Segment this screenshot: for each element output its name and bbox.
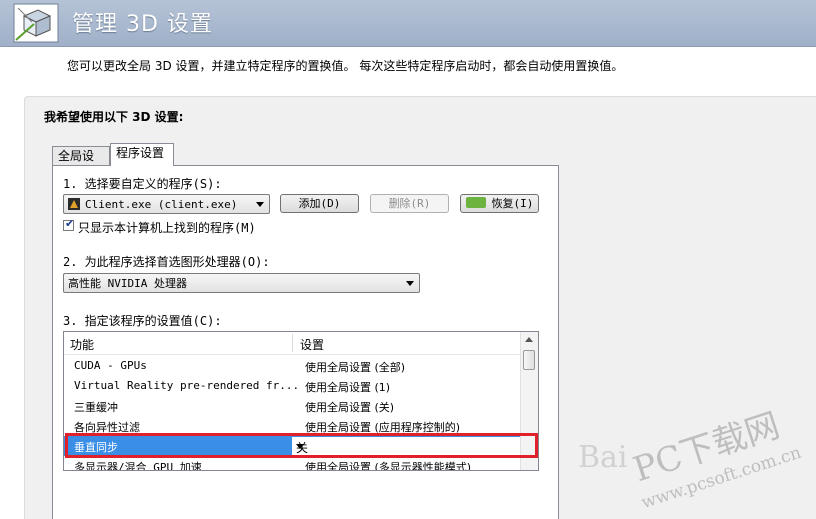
highlight-annotation-box <box>65 433 538 458</box>
chevron-down-icon <box>406 281 414 286</box>
show-local-programs-label: 只显示本计算机上找到的程序(M) <box>78 221 256 235</box>
program-select-value: Client.exe (client.exe) <box>85 198 238 211</box>
scrollbar-thumb[interactable] <box>523 350 535 370</box>
step2-label: 2. 为此程序选择首选图形处理器(O): <box>63 255 270 269</box>
step1-label: 1. 选择要自定义的程序(S): <box>63 177 222 191</box>
restore-button-label: 恢复(I) <box>491 197 534 210</box>
window-header: 管理 3D 设置 <box>0 0 816 47</box>
panel-heading: 我希望使用以下 3D 设置: <box>44 110 184 124</box>
feature-name: Virtual Reality pre-rendered fr... <box>74 379 300 392</box>
page-description: 您可以更改全局 3D 设置，并建立特定程序的置换值。 每次这些特定程序启动时，都… <box>67 59 624 73</box>
tab-global-settings[interactable]: 全局设置 <box>52 146 110 182</box>
step3-label: 3. 指定该程序的设置值(C): <box>63 314 222 328</box>
feature-setting: 使用全局设置 (多显示器性能模式) <box>305 461 472 471</box>
program-select[interactable]: Client.exe (client.exe) <box>63 194 270 214</box>
list-item[interactable]: CUDA - GPUs 使用全局设置 (全部) <box>64 356 522 376</box>
list-header: 功能 设置 <box>64 332 522 355</box>
list-item[interactable]: Virtual Reality pre-rendered fr... 使用全局设… <box>64 376 522 396</box>
scroll-up-icon[interactable] <box>525 337 533 342</box>
show-local-programs-checkbox[interactable]: ✔ <box>63 217 75 231</box>
watermark-baidu: Bai <box>578 440 628 475</box>
tab-program-settings[interactable]: 程序设置 <box>110 143 174 166</box>
column-setting[interactable]: 设置 <box>300 336 324 353</box>
list-item[interactable]: 三重缓冲 使用全局设置 (关) <box>64 396 522 416</box>
remove-button[interactable]: 删除(R) <box>370 194 449 213</box>
feature-setting: 使用全局设置 (1) <box>305 381 391 394</box>
checkmark-icon: ✔ <box>65 217 75 230</box>
feature-name: 三重缓冲 <box>74 401 118 414</box>
nvidia-icon <box>465 197 486 208</box>
processor-select[interactable]: 高性能 NVIDIA 处理器 <box>63 273 420 293</box>
program-icon <box>68 198 80 210</box>
page-title: 管理 3D 设置 <box>72 12 213 37</box>
column-feature[interactable]: 功能 <box>70 336 94 353</box>
add-button[interactable]: 添加(D) <box>280 194 359 213</box>
chevron-down-icon <box>256 202 264 207</box>
processor-select-value: 高性能 NVIDIA 处理器 <box>68 277 187 290</box>
feature-setting: 使用全局设置 (关) <box>305 401 395 414</box>
restore-button[interactable]: 恢复(I) <box>460 194 539 213</box>
feature-name: 多显示器/混合 GPU 加速 <box>74 461 202 471</box>
list-item[interactable]: 多显示器/混合 GPU 加速 使用全局设置 (多显示器性能模式) <box>64 456 522 471</box>
feature-setting: 使用全局设置 (全部) <box>305 361 406 374</box>
column-divider <box>292 334 293 352</box>
feature-name: CUDA - GPUs <box>74 359 147 372</box>
nvidia-3d-cube-icon <box>13 3 59 43</box>
